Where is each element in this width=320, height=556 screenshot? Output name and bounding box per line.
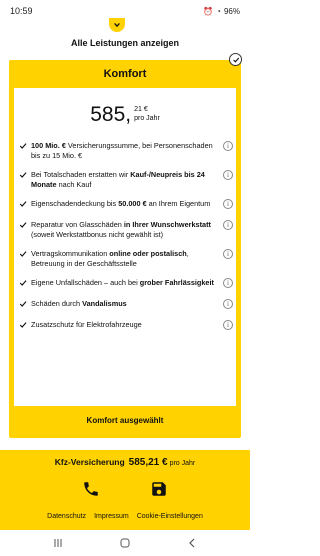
feature-item: Bei Totalschaden erstatten wir Kauf-/Neu… [19,170,234,190]
check-icon [19,142,29,153]
feature-text-part: Schäden durch [31,299,83,308]
feature-item: 100 Mio. € Versicherungssumme, bei Perso… [19,141,234,161]
info-icon[interactable]: i [223,141,233,151]
feature-list: 100 Mio. € Versicherungssumme, bei Perso… [19,141,234,332]
tariff-selected-label[interactable]: Komfort ausgewählt [9,416,241,425]
feature-text: Eigene Unfallschäden – auch bei grober F… [29,278,234,288]
nav-recents-icon[interactable] [52,537,64,549]
feature-text-part: 50.000 € [118,199,147,208]
top-area: Alle Leistungen anzeigen [0,18,250,52]
info-icon[interactable]: i [223,278,233,288]
show-all-services-link[interactable]: Alle Leistungen anzeigen [0,38,250,48]
info-icon[interactable]: i [223,220,233,230]
feature-text-part: (soweit Werkstattbonus nicht gewählt ist… [31,230,164,239]
link-cookie-settings[interactable]: Cookie-Einstellungen [137,513,203,520]
feature-text-part: Bei Totalschaden erstatten wir [31,170,131,179]
check-icon [19,279,29,290]
battery-level: 96% [223,6,240,16]
feature-item: Zusatzschutz für Elektrofahrzeuge i [19,320,234,332]
price-side: 21 € pro Jahr [134,105,160,123]
tariff-details: 585, 21 € pro Jahr 100 Mio. € Versicheru… [14,88,236,406]
info-icon[interactable]: i [223,170,233,180]
feature-item: Reparatur von Glasschäden in Ihrer Wunsc… [19,220,234,240]
bottom-product: Kfz-Versicherung [54,457,125,467]
check-icon [19,221,29,232]
collapse-button[interactable] [109,18,125,32]
feature-text: Zusatzschutz für Elektrofahrzeuge [29,320,234,330]
info-icon[interactable]: i [223,320,233,330]
feature-text-part: 100 Mio. € [31,141,66,150]
feature-text-part: in Ihrer Wunschwerkstatt [123,220,211,229]
feature-text-part: grober Fahrlässigkeit [139,278,214,287]
phone-button[interactable] [82,480,100,498]
info-icon[interactable]: i [223,199,233,209]
bottom-period: pro Jahr [169,460,196,467]
bottom-price: Kfz-Versicherung 585,21 € pro Jahr [0,457,250,468]
link-datenschutz[interactable]: Datenschutz [47,513,86,520]
feature-text-part: Zusatzschutz für Elektrofahrzeuge [31,320,142,329]
save-icon [152,482,166,496]
check-icon [19,250,29,261]
check-icon [19,200,29,211]
check-icon [232,57,239,63]
feature-text-part: an Ih­rem Eigentum [146,199,211,208]
check-icon [19,171,29,182]
feature-item: Schäden durch Vandalismus i [19,299,234,311]
feature-text-part: Vandalismus [82,299,127,308]
price-cents: 21 € [134,106,148,113]
feature-text-part: Vertragskommunikation [31,249,110,258]
feature-text: Vertragskommunikation online oder posta­… [29,249,234,269]
info-icon[interactable]: i [223,249,233,259]
feature-item: Eigene Unfallschäden – auch bei grober F… [19,278,234,290]
chevron-down-icon [114,22,120,28]
tariff-price: 585, 21 € pro Jahr [14,104,236,125]
feature-text: Eigenschadendeckung bis 50.000 € an Ih­r… [29,199,234,209]
status-bar: 10:59 ⏰ ◔ 96% [0,0,250,22]
link-impressum[interactable]: Impressum [94,513,129,520]
bottom-bar: Kfz-Versicherung 585,21 € pro Jahr Datensc… [0,450,250,530]
feature-text: Schäden durch Vandalismus [29,299,234,309]
footer-links: Datenschutz Impressum Cookie-Einstellung… [0,513,250,520]
selected-check-circle [229,53,242,66]
nav-home-icon[interactable] [119,537,131,549]
nav-back-icon[interactable] [186,537,198,549]
feature-text-part: online oder posta­lisch [109,249,187,258]
bottom-total: 585,21 € [128,457,168,468]
feature-text: Bei Totalschaden erstatten wir Kauf-/Neu… [29,170,234,190]
feature-text-part: Reparatur von Glasschäden [31,220,124,229]
feature-item: Eigenschadendeckung bis 50.000 € an Ih­r… [19,199,234,211]
feature-text-part: Eigenschadendeckung bis [31,199,119,208]
feature-text-part: Eigene Unfallschäden – auch bei [31,278,140,287]
feature-text-part: nach Kauf [56,180,92,189]
check-icon [19,321,29,332]
phone-icon [84,482,98,496]
check-icon [19,300,29,311]
wifi-icon: ◔ [216,6,221,16]
feature-item: Vertragskommunikation online oder posta­… [19,249,234,269]
tariff-title: Komfort [103,68,147,80]
status-time: 10:59 [10,6,33,16]
price-period: pro Jahr [134,115,160,122]
info-icon[interactable]: i [223,299,233,309]
status-icons: ⏰ ◔ 96% [203,7,240,16]
price-main: 585, [90,103,132,126]
alarm-icon: ⏰ [203,6,214,16]
feature-text: 100 Mio. € Versicherungssumme, bei Perso… [29,141,234,161]
save-button[interactable] [150,480,168,498]
tariff-card-komfort[interactable]: Komfort 585, 21 € pro Jahr 100 Mio. € Ve… [9,60,241,438]
feature-text: Reparatur von Glasschäden in Ihrer Wunsc… [29,220,234,240]
system-nav-bar [0,530,250,556]
